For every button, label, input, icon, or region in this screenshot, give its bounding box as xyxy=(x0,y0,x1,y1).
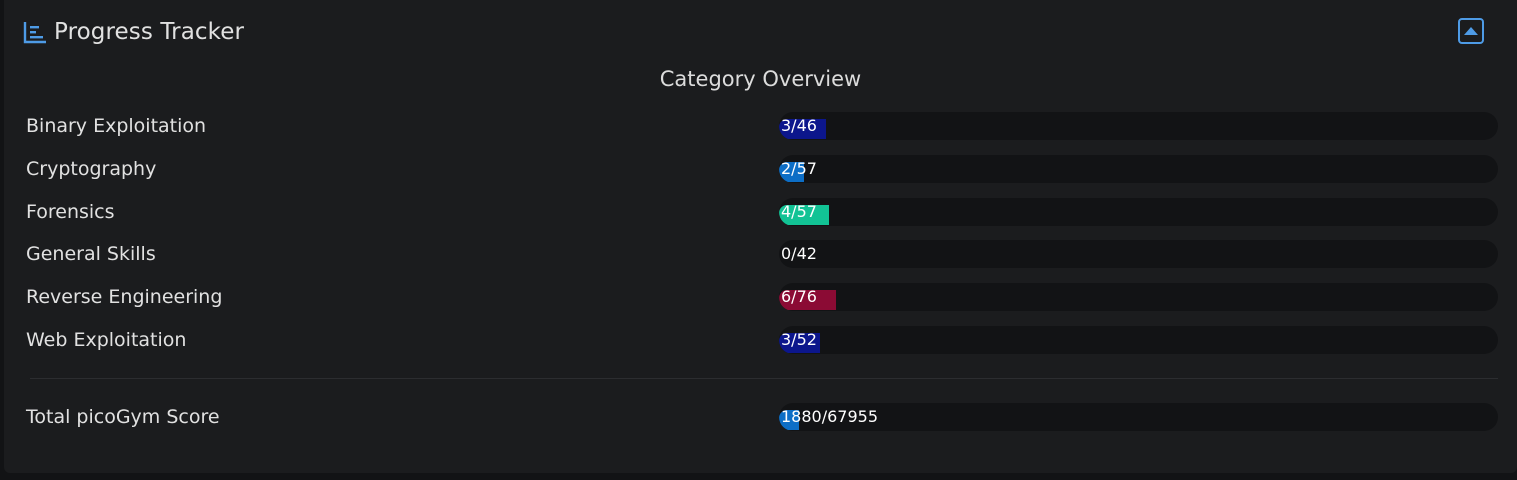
progress-track: 3/46 xyxy=(779,112,1498,140)
card-header: Progress Tracker xyxy=(22,14,244,50)
progress-value: 4/57 xyxy=(781,202,817,221)
caret-up-icon xyxy=(1464,27,1478,35)
progress-value: 2/57 xyxy=(781,159,817,178)
category-label: Cryptography xyxy=(26,158,157,180)
progress-track: 4/57 xyxy=(779,198,1498,226)
progress-track: 3/52 xyxy=(779,326,1498,354)
category-label: Web Exploitation xyxy=(26,329,187,351)
section-title: Category Overview xyxy=(659,67,862,91)
progress-track: 0/42 xyxy=(779,240,1498,268)
category-row-web-exploitation: Web Exploitation 3/52 xyxy=(26,326,1498,354)
progress-track: 6/76 xyxy=(779,283,1498,311)
collapse-button[interactable] xyxy=(1458,18,1484,44)
progress-tracker-card: Progress Tracker Category Overview Binar… xyxy=(4,0,1517,473)
category-label: Forensics xyxy=(26,201,115,223)
category-row-reverse-engineering: Reverse Engineering 6/76 xyxy=(26,283,1498,311)
bar-chart-icon xyxy=(22,19,48,45)
total-score-value: 1880/67955 xyxy=(781,407,879,426)
category-label: Reverse Engineering xyxy=(26,286,223,308)
category-row-general-skills: General Skills 0/42 xyxy=(26,240,1498,268)
category-row-forensics: Forensics 4/57 xyxy=(26,198,1498,226)
progress-value: 0/42 xyxy=(781,244,817,263)
progress-track: 2/57 xyxy=(779,155,1498,183)
total-score-label: Total picoGym Score xyxy=(26,406,220,428)
category-row-binary-exploitation: Binary Exploitation 3/46 xyxy=(26,112,1498,140)
card-title: Progress Tracker xyxy=(54,19,245,45)
divider xyxy=(30,378,1498,379)
category-label: Binary Exploitation xyxy=(26,115,207,137)
category-label: General Skills xyxy=(26,243,156,265)
category-row-cryptography: Cryptography 2/57 xyxy=(26,155,1498,183)
progress-value: 3/46 xyxy=(781,116,817,135)
progress-value: 6/76 xyxy=(781,287,817,306)
total-score-track: 1880/67955 xyxy=(779,403,1498,431)
progress-value: 3/52 xyxy=(781,330,817,349)
total-score-row: Total picoGym Score 1880/67955 xyxy=(26,403,1498,431)
